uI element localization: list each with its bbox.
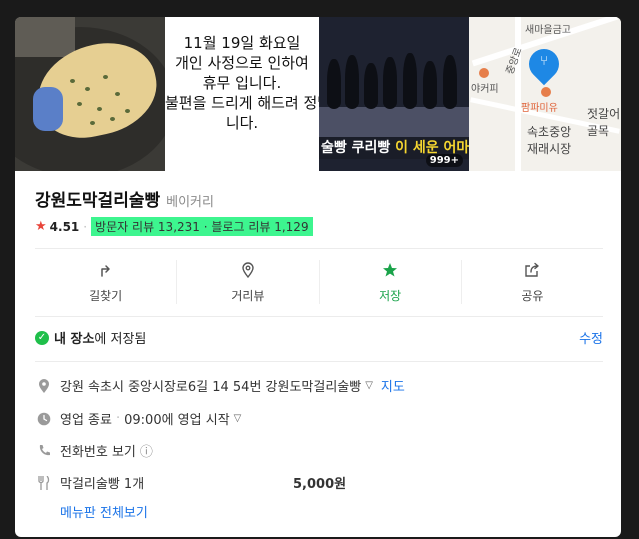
map-road [515,17,521,171]
floor-shape [319,107,469,137]
full-menu-link[interactable]: 메뉴판 전체보기 [60,502,148,521]
chevron-down-icon[interactable]: ▽ [234,413,242,424]
map-link[interactable]: 지도 [381,376,405,395]
divider [35,361,603,362]
rating-row: ★ 4.51 · 방문자 리뷰 13,231 · 블로그 리뷰 1,129 [35,217,313,236]
share-button[interactable]: 공유 [462,260,603,304]
location-icon [35,378,53,393]
map-thumbnail[interactable]: 새마을금고 중앙로 야커피 ⑂ 팜파미유 속초중앙 재래시장 젓갈어 골목 [469,17,621,171]
chevron-down-icon[interactable]: ▽ [365,380,373,391]
clock-icon [35,412,53,426]
map-pin-icon [240,261,256,279]
check-circle-icon: ✓ [35,330,49,345]
map-label-place: 팜파미유 [521,103,558,114]
place-category: 베이커리 [166,195,214,210]
photo-bread[interactable] [15,17,165,171]
edit-saved-link[interactable]: 수정 [579,328,603,347]
divider [35,316,603,317]
photo-video[interactable]: 술빵 쿠리빵 이 세운 어마어마 999+ [319,17,469,171]
glove-shape [33,87,63,131]
saved-list-name: 내 장소 [54,332,95,347]
phone-icon [35,444,53,457]
phone-link[interactable]: 전화번호 보기 [60,441,136,460]
photo-strip: 11월 19일 화요일 개인 사정으로 인하여 휴무 입니다. 불편을 드리게 … [15,17,621,171]
info-icon[interactable]: ⓘ [140,441,153,460]
map-label-market: 속초중앙재래시장 [527,123,571,157]
video-count-badge: 999+ [425,154,463,167]
notice-line: 11월 19일 화요일 [183,34,301,52]
map-label-alley: 젓갈어골목 [587,105,620,139]
directions-icon [98,261,114,279]
rating-value: 4.51 [49,219,80,234]
phone-row: 전화번호 보기 ⓘ [35,441,153,460]
directions-button[interactable]: 길찾기 [35,260,178,304]
star-icon [382,261,398,279]
hours-row: 영업 종료 · 09:00에 영업 시작 ▽ [35,409,249,428]
opening-hours[interactable]: 09:00에 영업 시작 [124,409,230,428]
title-row: 강원도막걸리술빵 베이커리 [35,186,214,211]
address-text: 강원 속초시 중앙시장로6길 14 54번 강원도막걸리술빵 [60,380,362,395]
streetview-label: 거리뷰 [231,288,265,303]
menu-item-price: 5,000원 [293,477,347,492]
address-row: 강원 속초시 중앙시장로6길 14 54번 강원도막걸리술빵 ▽ 지도 [35,376,405,395]
reviews-highlight: 방문자 리뷰 13,231 · 블로그 리뷰 1,129 [91,217,313,236]
saved-status-text: 내 장소에 저장됨 [54,328,146,347]
notice-line: 개인 사정으로 인하여 [175,54,309,72]
caption-white: 술빵 쿠리빵 [321,140,396,156]
utensils-icon [35,475,53,490]
share-icon [524,261,540,279]
share-label: 공유 [521,288,544,303]
notice-text: 11월 19일 화요일 개인 사정으로 인하여 휴무 입니다. 불편을 드리게 … [165,33,319,133]
market-line2: 재래시장 [527,142,572,156]
visitor-reviews-link[interactable]: 방문자 리뷰 13,231 [95,220,200,234]
map-label-cafe: 야커피 [471,84,499,95]
photo-notice[interactable]: 11월 19일 화요일 개인 사정으로 인하여 휴무 입니다. 불편을 드리게 … [165,17,319,171]
sleeve-shape [15,17,75,57]
cafe-dot [479,68,489,78]
place-dot [541,87,551,97]
notice-line: 니다. [225,114,259,132]
place-card: 11월 19일 화요일 개인 사정으로 인하여 휴무 입니다. 불편을 드리게 … [15,17,621,537]
action-bar: 길찾기 거리뷰 저장 공유 [35,260,603,304]
save-button[interactable]: 저장 [320,260,462,304]
separator: · [115,411,121,426]
market-line1: 속초중앙 [527,125,572,139]
menu-row: 막걸리술빵 1개 5,000원 [35,473,603,492]
star-icon: ★ [35,219,47,234]
notice-line: 불편을 드리게 해드려 정말 죄송 [165,94,319,112]
map-label-bank: 새마을금고 [525,25,571,36]
separator: · [83,219,88,234]
notice-line: 휴무 입니다. [202,74,282,92]
restaurant-icon: ⑂ [540,54,548,69]
divider [35,248,603,249]
alley-line2: 골목 [587,124,610,138]
place-name: 강원도막걸리술빵 [35,191,161,211]
alley-line1: 젓갈어 [587,107,621,121]
saved-status-row: ✓ 내 장소에 저장됨 수정 [35,328,603,347]
blog-reviews-link[interactable]: 블로그 리뷰 1,129 [211,220,308,234]
save-label: 저장 [379,288,402,303]
saved-suffix: 에 저장됨 [94,332,147,347]
business-status: 영업 종료 [60,413,112,428]
menu-item-name: 막걸리술빵 1개 [60,477,145,492]
streetview-button[interactable]: 거리뷰 [177,260,320,304]
directions-label: 길찾기 [89,288,123,303]
